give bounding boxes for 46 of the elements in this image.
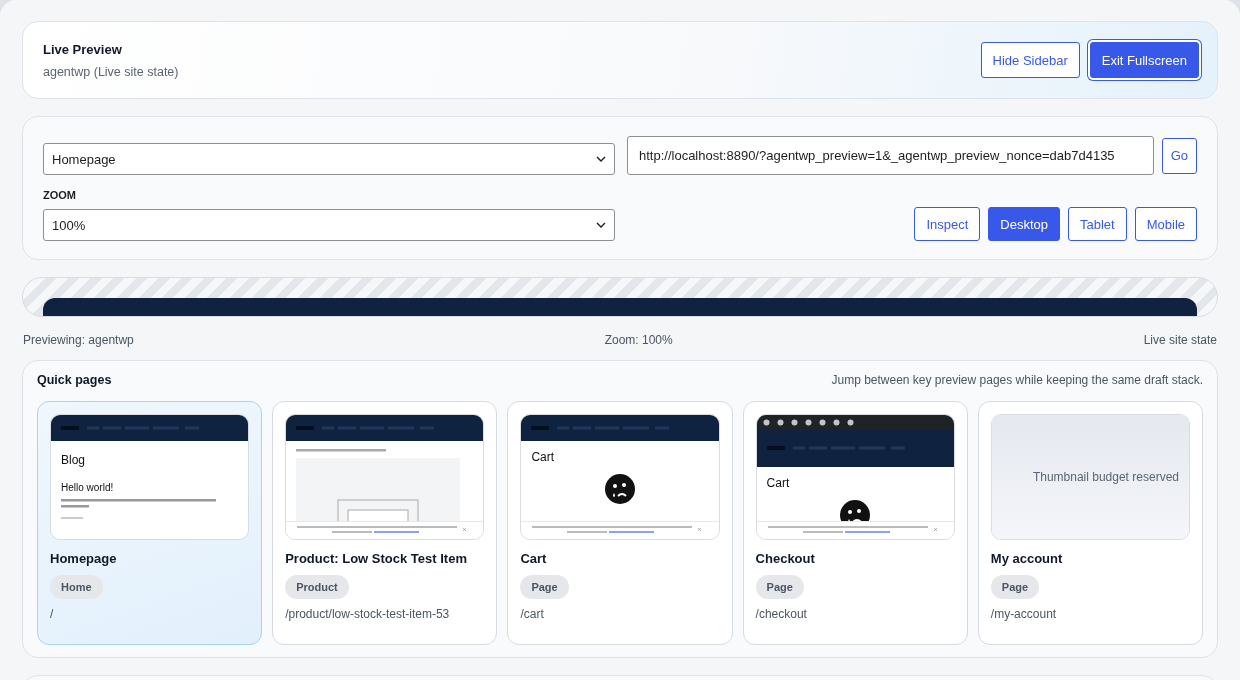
page-title: My account [990, 551, 1064, 566]
page-type-badge: Home [50, 575, 103, 599]
page-type-badge: Page [990, 575, 1040, 599]
page-type-badge: Page [755, 575, 804, 599]
device-mode-button[interactable]: Desktop [988, 207, 1060, 241]
quick-page-card[interactable]: Product: Low Stock Test Item Product /product/low-stock-test-item-53 [272, 401, 498, 645]
chevron-down-icon [596, 222, 606, 228]
page-path: /checkout [755, 607, 808, 621]
page-heading: Cart [765, 476, 791, 492]
page-heading: Blog [60, 453, 87, 469]
device-mode-button[interactable]: Tablet [1068, 207, 1127, 241]
page-type-badge: Page [520, 575, 569, 599]
page-type-badge: Product [285, 575, 349, 599]
hide-sidebar-button[interactable]: Hide Sidebar [980, 42, 1080, 78]
zoom-select[interactable]: 100% [43, 209, 615, 241]
quick-page-card[interactable]: Blog Hello world! Homepage Home / [37, 401, 263, 645]
thumbnail-placeholder: Thumbnail budget reserved [991, 415, 1189, 539]
chevron-down-icon [596, 156, 606, 162]
quick-page-card[interactable]: Cart Cart Page /cart [507, 401, 733, 645]
page-title: Cart [520, 551, 548, 566]
panel-subtitle: agentwp (Live site state) [43, 64, 179, 79]
device-mode-button[interactable]: Mobile [1134, 207, 1197, 241]
status-text: Live site state [1143, 333, 1217, 347]
page-path: / [50, 607, 55, 621]
zoom-label: ZOOM [43, 189, 77, 201]
section-title: Quick pages [37, 373, 112, 387]
go-button[interactable]: Go [1161, 137, 1197, 174]
status-text: Previewing: agentwp [23, 333, 134, 347]
page-title: Product: Low Stock Test Item [285, 551, 468, 566]
page-title: Homepage [50, 551, 118, 566]
page-path: /cart [520, 607, 545, 621]
page-path: /product/low-stock-test-item-53 [285, 607, 451, 621]
device-mode-button[interactable]: Inspect [914, 207, 981, 241]
quick-page-card[interactable]: Cart Checkout Page /checkout [742, 401, 968, 645]
section-hint: Jump between key preview pages while keeping the same draft stack. [831, 373, 1203, 387]
url-field[interactable]: http://localhost:8890/?agentwp_preview=1&_agentwp_preview_nonce=dab7d4135 [627, 136, 1154, 175]
page-select[interactable]: Homepage [43, 143, 615, 175]
status-text: Zoom: 100% [604, 333, 673, 347]
page-title: Checkout [755, 551, 816, 566]
quick-page-card[interactable]: Thumbnail budget reserved My account Page /my-account [977, 401, 1203, 645]
post-title: Hello world! [60, 480, 115, 494]
panel-title: Live Preview [43, 41, 123, 57]
sad-face-icon [605, 473, 635, 504]
exit-fullscreen-button[interactable]: Exit Fullscreen [1089, 42, 1199, 78]
page-heading: Cart [530, 450, 556, 466]
page-path: /my-account [990, 607, 1058, 621]
